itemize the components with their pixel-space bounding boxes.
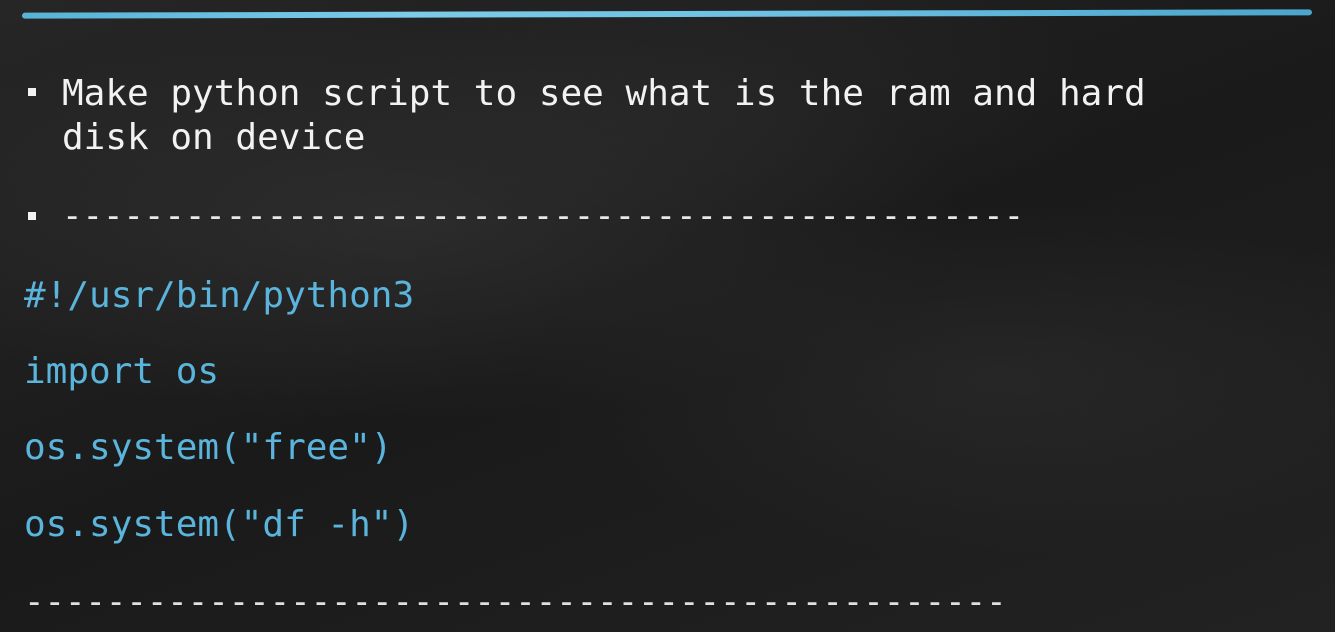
code-line-import: import os (24, 351, 220, 392)
code-line-free: os.system("free") (24, 427, 393, 468)
bullet-item-divider: ----------------------------------------… (28, 196, 1024, 236)
bottom-dashed-separator: ----------------------------------------… (24, 582, 1007, 622)
square-bullet-icon (28, 88, 36, 96)
code-line-shebang: #!/usr/bin/python3 (24, 275, 415, 316)
dashed-divider-text: ----------------------------------------… (62, 196, 1025, 236)
bullet-text: Make python script to see what is the ra… (62, 73, 1146, 158)
bullet-item-task: Make python script to see what is the ra… (28, 72, 1262, 160)
code-line-df: os.system("df -h") (24, 504, 415, 545)
square-bullet-icon (28, 212, 36, 220)
slide: Make python script to see what is the ra… (0, 0, 1335, 632)
top-accent-rule (21, 9, 1313, 19)
